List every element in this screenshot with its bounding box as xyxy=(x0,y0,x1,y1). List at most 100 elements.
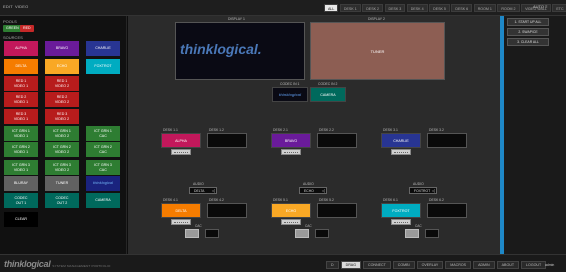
codec-in-1[interactable]: thinklogical xyxy=(272,87,308,102)
source-tile[interactable]: CAMERA xyxy=(86,193,120,208)
desk-label: DESK 6.2 xyxy=(429,198,444,202)
bottom-bar: thinklogical SYSTEM MANAGEMENT PORTFOLIO … xyxy=(0,254,566,272)
desk-display-slot[interactable]: CHARLIE xyxy=(381,133,421,148)
swap-button[interactable]: 2. SWAP/CE xyxy=(507,28,549,36)
source-tile[interactable]: ICT GRN 2 VIDEO 2 xyxy=(45,142,79,157)
audio-selector[interactable]: ECHO ◁ xyxy=(299,187,327,194)
display-2[interactable]: TUNER xyxy=(310,22,445,80)
keyboard-icon[interactable] xyxy=(171,219,191,225)
current-user: admin xyxy=(545,263,555,267)
menu-edit[interactable]: EDIT xyxy=(3,4,13,9)
display-1[interactable]: thinklogical. xyxy=(175,22,305,80)
cac-device-empty[interactable] xyxy=(315,229,329,238)
source-tile[interactable]: RED 3 VIDEO 1 xyxy=(4,109,38,124)
mode-tab[interactable]: DRAG xyxy=(340,261,361,269)
source-tile[interactable]: RED 1 VIDEO 1 xyxy=(4,76,38,91)
top-tab[interactable]: DESK 4 xyxy=(406,4,428,12)
audio-source-value: DELTA xyxy=(194,189,205,193)
desk-display-slot-empty[interactable] xyxy=(207,133,247,148)
mode-tab[interactable]: MACROS xyxy=(445,261,472,269)
pool-red-button[interactable]: RED xyxy=(20,25,34,32)
source-tile[interactable]: ECHO xyxy=(45,59,79,74)
source-tile[interactable]: DELTA xyxy=(4,59,38,74)
mode-tab[interactable]: COMBI xyxy=(392,261,415,269)
desk-display-slot-empty[interactable] xyxy=(317,203,357,218)
source-tile[interactable]: RED 2 VIDEO 1 xyxy=(4,92,38,107)
clear-all-button[interactable]: 3. CLEAR ALL xyxy=(507,38,549,46)
start-up-all-button[interactable]: 1. START UP ALL xyxy=(507,18,549,26)
source-tile[interactable]: CODEC OUT 1 xyxy=(4,193,38,208)
mode-tab[interactable]: CONNECT xyxy=(363,261,391,269)
keyboard-icon[interactable] xyxy=(391,219,411,225)
mode-tab[interactable]: ADMIN xyxy=(473,261,495,269)
view-tabs: ALL DESK 1 DESK 2 DESK 3 DESK 4 DESK 5 DESK 6R… xyxy=(324,4,566,12)
source-tile[interactable]: CLEAR xyxy=(4,212,38,227)
codec-in-2[interactable]: CAMERA xyxy=(310,87,346,102)
display-2-content: TUNER xyxy=(370,48,385,54)
keyboard-icon[interactable] xyxy=(281,219,301,225)
source-tile[interactable]: RED 3 VIDEO 2 xyxy=(45,109,79,124)
source-tile[interactable]: ICT GRN 1 VIDEO 2 xyxy=(45,126,79,141)
top-tab[interactable]: DESK 6 xyxy=(451,4,473,12)
mode-tab[interactable]: LOGOUT xyxy=(521,261,547,269)
desk-display-slot[interactable]: DELTA xyxy=(161,203,201,218)
top-tab[interactable]: ETC xyxy=(552,4,566,12)
source-tile[interactable]: CODEC OUT 2 xyxy=(45,193,79,208)
audio-label: AUDIO xyxy=(303,182,314,186)
top-tab[interactable]: DESK 1 xyxy=(339,4,361,12)
desk-label: DESK 5.1 xyxy=(273,198,288,202)
keyboard-icon[interactable] xyxy=(281,149,301,155)
source-tile[interactable]: ICT GRN 2 VIDEO 1 xyxy=(4,142,38,157)
auto-mode-label[interactable]: AUTO ≡ xyxy=(533,4,548,9)
top-tab[interactable]: DESK 2 xyxy=(362,4,383,12)
pools-title: POOLS xyxy=(3,19,17,24)
desk-display-slot[interactable]: BRAVO xyxy=(271,133,311,148)
audio-selector[interactable]: DELTA ◁ xyxy=(189,187,217,194)
cac-device[interactable] xyxy=(405,229,419,238)
source-tile[interactable]: ICT GRN 2 CAC xyxy=(86,142,120,157)
desk-display-slot-empty[interactable] xyxy=(207,203,247,218)
pool-green-button[interactable]: GREEN xyxy=(3,25,22,32)
mode-tab[interactable]: ABOUT xyxy=(496,261,520,269)
source-tile[interactable]: RED 1 VIDEO 2 xyxy=(45,76,79,91)
desk-display-slot-empty[interactable] xyxy=(427,203,467,218)
keyboard-icon[interactable] xyxy=(391,149,411,155)
top-tab[interactable]: DESK 5 xyxy=(429,4,450,12)
cac-device-empty[interactable] xyxy=(425,229,439,238)
cac-device[interactable] xyxy=(295,229,309,238)
cac-device-empty[interactable] xyxy=(205,229,219,238)
keyboard-icon[interactable] xyxy=(171,149,191,155)
top-tab[interactable]: ROOM 1 xyxy=(473,4,496,12)
source-tile[interactable]: ICT GRN 3 VIDEO 1 xyxy=(4,160,38,175)
desk-display-slot[interactable]: ECHO xyxy=(271,203,311,218)
desk-label: DESK 1.2 xyxy=(209,128,224,132)
source-tile[interactable]: FOXTROT xyxy=(86,59,120,74)
mode-tab[interactable]: D xyxy=(326,261,339,269)
source-tile[interactable]: ICT GRN 1 VIDEO 1 xyxy=(4,126,38,141)
top-tab[interactable]: DESK 3 xyxy=(384,4,406,12)
source-tile[interactable]: thinklogical xyxy=(86,176,120,191)
source-tile[interactable]: BRAVO xyxy=(45,41,79,56)
desk-display-slot-empty[interactable] xyxy=(427,133,467,148)
top-tab[interactable]: ALL xyxy=(324,4,339,12)
source-tile[interactable]: TUNER xyxy=(45,176,79,191)
macro-panel: 1. START UP ALL 2. SWAP/CE 3. CLEAR ALL xyxy=(504,16,566,254)
hamburger-menu-icon[interactable]: ≡ xyxy=(545,4,547,9)
source-tile[interactable]: CHARLIE xyxy=(86,41,120,56)
desk-display-slot[interactable]: ALPHA xyxy=(161,133,201,148)
cac-device[interactable] xyxy=(185,229,199,238)
desk-display-slot-empty[interactable] xyxy=(317,133,357,148)
menu-video[interactable]: VIDEO xyxy=(15,4,28,9)
source-tile[interactable]: RED 2 VIDEO 2 xyxy=(45,92,79,107)
source-tile[interactable]: ICT GRN 3 VIDEO 2 xyxy=(45,160,79,175)
mode-tab[interactable]: OVERLAY xyxy=(416,261,444,269)
workspace-canvas: DISPLAY 1 thinklogical. DISPLAY 2 TUNER … xyxy=(128,16,500,254)
top-tab[interactable]: ROOM 2 xyxy=(497,4,520,12)
source-tile[interactable]: ICT GRN 1 CAC xyxy=(86,126,120,141)
audio-selector[interactable]: FOXTROT ◁ xyxy=(409,187,437,194)
source-tile[interactable]: ALPHA xyxy=(4,41,38,56)
logo-subtitle: SYSTEM MANAGEMENT PORTFOLIO xyxy=(52,264,111,268)
source-tile[interactable]: ICT GRN 3 CAC xyxy=(86,160,120,175)
source-tile[interactable]: BLURAY xyxy=(4,176,38,191)
desk-display-slot[interactable]: FOXTROT xyxy=(381,203,421,218)
